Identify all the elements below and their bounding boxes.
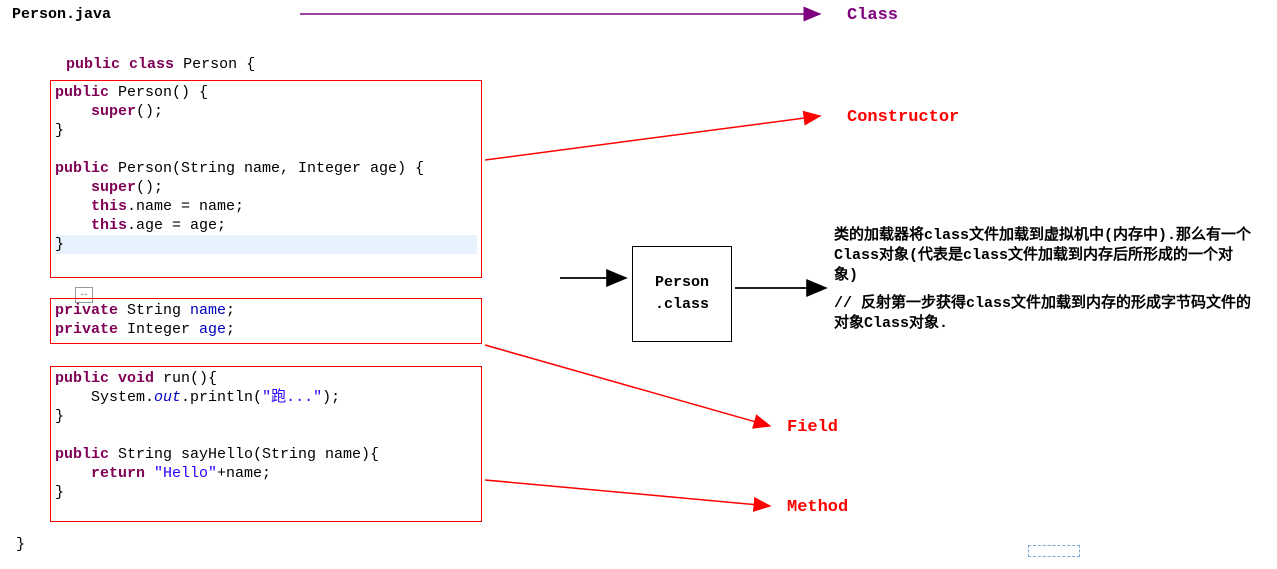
code: run(){ [154,370,217,387]
field-box: private String name; private Integer age… [50,298,482,344]
static-field: out [154,389,181,406]
kw: this [55,217,127,234]
label-method: Method [787,498,848,517]
kw-class: class [129,56,174,73]
brace-close: } [16,536,25,553]
code: String [118,302,190,319]
code: } [55,122,64,139]
code: .age = age; [127,217,226,234]
code: } [55,484,64,501]
explanation-p1: 类的加载器将class文件加载到虚拟机中(内存中).那么有一个Class对象(代… [834,226,1254,286]
field-name: age [199,321,226,338]
code: +name; [217,465,271,482]
kw: this [55,198,127,215]
kw: super [55,103,136,120]
code: .println( [181,389,262,406]
constructor-box: public Person() { super(); } public Pers… [50,80,482,278]
diagram-root: Person.java public class Person { public… [0,0,1277,569]
classbox-l2: .class [655,294,709,316]
text-cursor-marker [1028,545,1080,557]
code: System. [55,389,154,406]
class-file-box: Person .class [632,246,732,342]
code: } [55,408,64,425]
kw: void [109,370,154,387]
method-box: public void run(){ System.out.println("跑… [50,366,482,522]
code: (); [136,179,163,196]
code: String sayHello(String name){ [109,446,379,463]
arrow-field [485,345,770,426]
explanation-p2: // 反射第一步获得class文件加载到内存的形成字节码文件的对象Class对象… [834,294,1254,334]
string: "Hello" [154,465,217,482]
kw-public: public [66,56,120,73]
arrow-method [485,480,770,506]
kw: private [55,302,118,319]
code: (); [136,103,163,120]
file-name: Person.java [12,6,111,23]
code: } [55,236,64,253]
kw: public [55,84,109,101]
label-field: Field [787,418,838,437]
code: ; [226,321,235,338]
brace-open: { [246,56,255,73]
explanation-text: 类的加载器将class文件加载到虚拟机中(内存中).那么有一个Class对象(代… [834,226,1254,334]
string: "跑..." [262,389,322,406]
label-constructor: Constructor [847,108,959,127]
code: ); [322,389,340,406]
arrow-constructor [485,116,820,160]
kw: return [55,465,154,482]
code: Person(String name, Integer age) { [109,160,424,177]
kw: super [55,179,136,196]
kw: private [55,321,118,338]
field-name: name [190,302,226,319]
classbox-l1: Person [655,272,709,294]
kw: public [55,446,109,463]
code: ; [226,302,235,319]
kw: public [55,370,109,387]
code: Person() { [109,84,208,101]
label-class: Class [847,6,898,25]
code: .name = name; [127,198,244,215]
class-name: Person [183,56,237,73]
kw: public [55,160,109,177]
code: Integer [118,321,199,338]
